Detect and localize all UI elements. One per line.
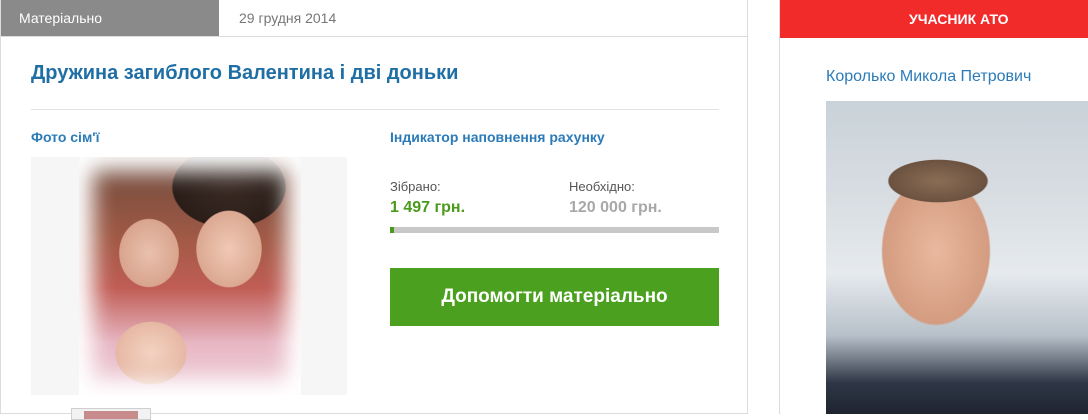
participant-name-link[interactable]: Королько Микола Петрович bbox=[826, 68, 1031, 86]
family-photo-frame bbox=[31, 157, 347, 395]
divider bbox=[31, 109, 719, 110]
help-financially-button[interactable]: Допомогти матеріально bbox=[390, 268, 719, 326]
ato-participant-panel: УЧАСНИК АТО Королько Микола Петрович bbox=[779, 0, 1088, 414]
participant-portrait[interactable] bbox=[826, 101, 1088, 414]
campaign-title[interactable]: Дружина загиблого Валентина і дві доньки bbox=[31, 62, 721, 85]
collected-label: Зібрано: bbox=[390, 179, 441, 194]
collected-amount: 1 497 грн. bbox=[390, 199, 466, 216]
family-photo-label: Фото сім'ї bbox=[31, 129, 100, 145]
needed-amount: 120 000 грн. bbox=[569, 199, 662, 216]
family-photo[interactable] bbox=[79, 157, 301, 395]
funding-progress-fill bbox=[390, 227, 395, 233]
ato-participant-banner: УЧАСНИК АТО bbox=[780, 0, 1088, 38]
date-label: 29 грудня 2014 bbox=[239, 10, 337, 26]
campaign-card: Матеріально 29 грудня 2014 Дружина загиб… bbox=[0, 0, 748, 420]
category-tab[interactable]: Матеріально bbox=[1, 0, 219, 36]
funding-progress-bar bbox=[390, 227, 719, 233]
needed-label: Необхідно: bbox=[569, 179, 635, 194]
tab-bar: Матеріально 29 грудня 2014 bbox=[1, 0, 748, 37]
account-indicator-label: Індикатор наповнення рахунку bbox=[390, 129, 605, 145]
photo-thumbnail[interactable] bbox=[71, 408, 151, 420]
